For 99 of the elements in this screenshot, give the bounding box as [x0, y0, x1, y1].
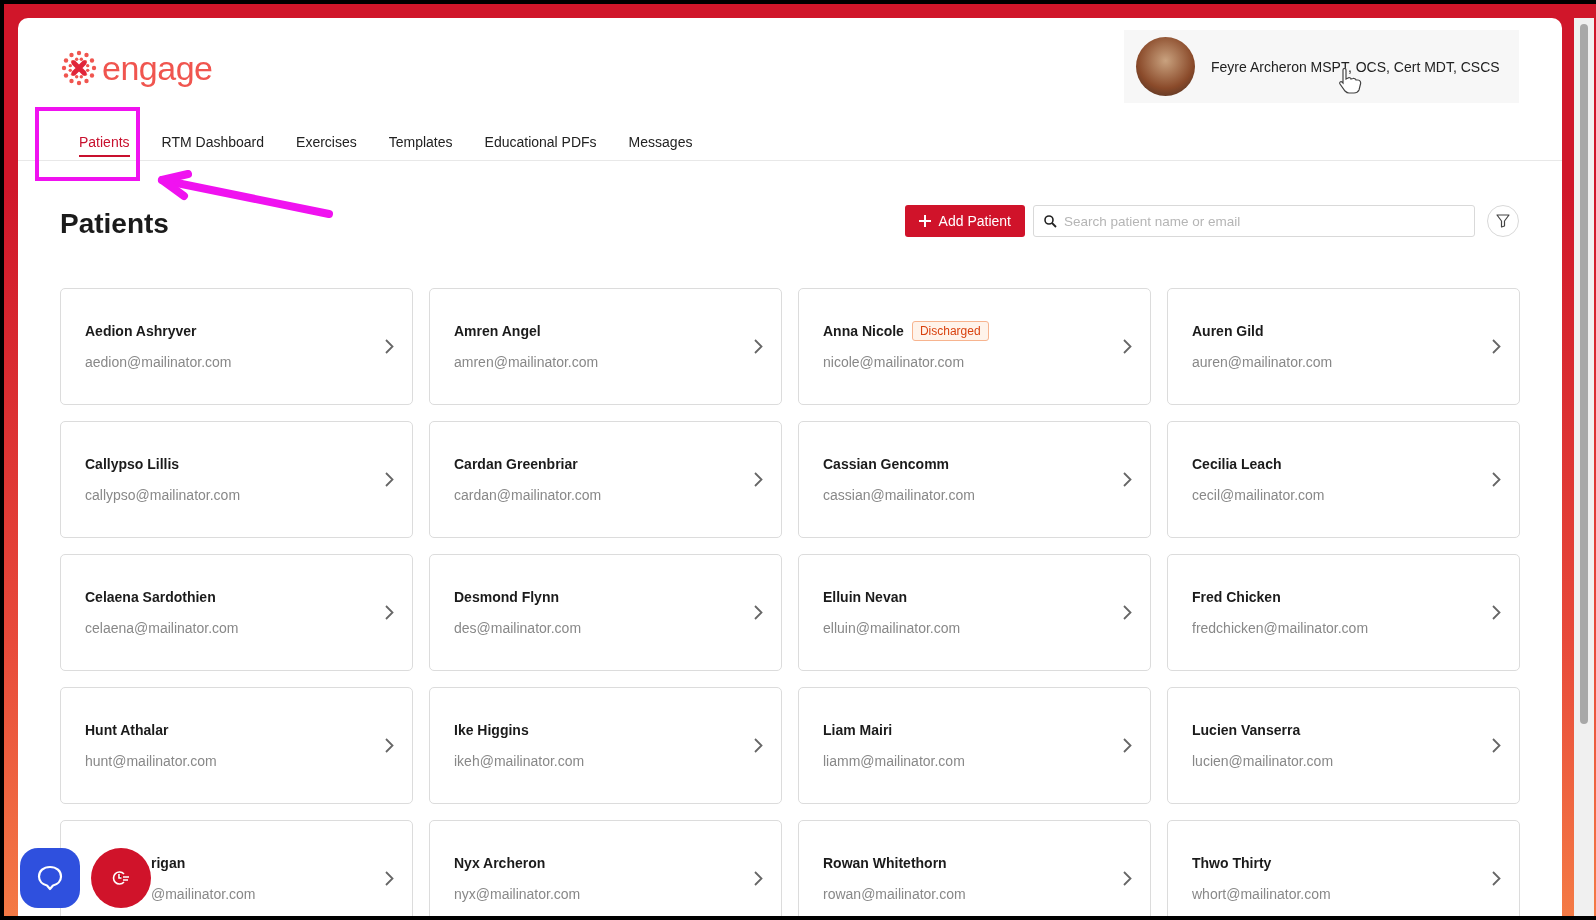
- patient-card[interactable]: Amren Angel amren@mailinator.com: [429, 288, 782, 405]
- chevron-right-icon: [1123, 605, 1132, 620]
- patient-email: elluin@mailinator.com: [823, 620, 961, 636]
- chevron-right-icon: [1492, 605, 1501, 620]
- patient-name: Rowan Whitethorn: [823, 855, 947, 871]
- patient-name: Hunt Athalar: [85, 722, 169, 738]
- chevron-right-icon: [754, 339, 763, 354]
- patient-name: Cecilia Leach: [1192, 456, 1282, 472]
- patient-name: Fred Chicken: [1192, 589, 1281, 605]
- patient-card[interactable]: Nyx Archeron nyx@mailinator.com: [429, 820, 782, 916]
- nav-tab[interactable]: Patients: [63, 104, 146, 160]
- patient-name: Amren Angel: [454, 323, 541, 339]
- chat-button[interactable]: [20, 848, 80, 908]
- patient-card[interactable]: Lucien Vanserra lucien@mailinator.com: [1167, 687, 1520, 804]
- patient-name: Thwo Thirty: [1192, 855, 1272, 871]
- chevron-right-icon: [1492, 472, 1501, 487]
- user-menu[interactable]: Feyre Archeron MSPT, OCS, Cert MDT, CSCS: [1124, 30, 1519, 103]
- patient-email: nicole@mailinator.com: [823, 354, 965, 370]
- chevron-right-icon: [1492, 871, 1501, 886]
- chevron-right-icon: [385, 472, 394, 487]
- nav-tab[interactable]: Exercises: [280, 104, 373, 160]
- chevron-right-icon: [385, 738, 394, 753]
- patient-email: auren@mailinator.com: [1192, 354, 1333, 370]
- patient-card[interactable]: Thwo Thirty whort@mailinator.com: [1167, 820, 1520, 916]
- patient-name: Callypso Lillis: [85, 456, 180, 472]
- patient-name: Celaena Sardothien: [85, 589, 216, 605]
- patient-name: Auren Gild: [1192, 323, 1264, 339]
- patient-card[interactable]: Anna Nicole Discharged nicole@mailinator.com: [798, 288, 1151, 405]
- patient-name: Desmond Flynn: [454, 589, 559, 605]
- logo-text: engage: [102, 48, 213, 88]
- patient-name: Anna Nicole: [823, 323, 904, 339]
- chevron-right-icon: [754, 605, 763, 620]
- patient-email: rowan@mailinator.com: [823, 886, 966, 902]
- patient-email: aedion@mailinator.com: [85, 354, 232, 370]
- patient-card[interactable]: Liam Mairi liamm@mailinator.com: [798, 687, 1151, 804]
- chevron-right-icon: [1123, 871, 1132, 886]
- patient-card[interactable]: Cardan Greenbriar cardan@mailinator.com: [429, 421, 782, 538]
- chevron-right-icon: [1123, 472, 1132, 487]
- patient-email: ikeh@mailinator.com: [454, 753, 585, 769]
- chat-bubble-icon: [36, 864, 64, 892]
- patient-name: Ike Higgins: [454, 722, 529, 738]
- patient-email: nyx@mailinator.com: [454, 886, 581, 902]
- patient-card[interactable]: Cecilia Leach cecil@mailinator.com: [1167, 421, 1520, 538]
- patient-name: Lucien Vanserra: [1192, 722, 1301, 738]
- patient-name: rigan: [151, 855, 186, 871]
- chevron-right-icon: [1492, 339, 1501, 354]
- nav-tab[interactable]: Educational PDFs: [468, 104, 613, 160]
- patient-card[interactable]: Callypso Lillis callypso@mailinator.com: [60, 421, 413, 538]
- patient-card[interactable]: Aedion Ashryver aedion@mailinator.com: [60, 288, 413, 405]
- patient-name: Aedion Ashryver: [85, 323, 197, 339]
- patient-card[interactable]: Elluin Nevan elluin@mailinator.com: [798, 554, 1151, 671]
- patient-name: Elluin Nevan: [823, 589, 908, 605]
- chevron-right-icon: [754, 871, 763, 886]
- patient-email: cecil@mailinator.com: [1192, 487, 1325, 503]
- patient-email: des@mailinator.com: [454, 620, 582, 636]
- patient-email: liamm@mailinator.com: [823, 753, 965, 769]
- filter-icon: [1496, 214, 1510, 228]
- add-patient-button[interactable]: Add Patient: [904, 205, 1025, 237]
- patient-card[interactable]: Desmond Flynn des@mailinator.com: [429, 554, 782, 671]
- patient-card[interactable]: Hunt Athalar hunt@mailinator.com: [60, 687, 413, 804]
- nav-tab[interactable]: RTM Dashboard: [145, 104, 281, 160]
- search-field[interactable]: Search patient name or email: [1033, 205, 1475, 237]
- patient-card[interactable]: Cassian Gencomm cassian@mailinator.com: [798, 421, 1151, 538]
- chevron-right-icon: [385, 605, 394, 620]
- patient-email: cassian@mailinator.com: [823, 487, 975, 503]
- patient-name: Cassian Gencomm: [823, 456, 950, 472]
- patient-name: Nyx Archeron: [454, 855, 546, 871]
- clock-icon: [112, 870, 130, 886]
- chevron-right-icon: [385, 339, 394, 354]
- filter-button[interactable]: [1487, 205, 1519, 237]
- patient-email: @mailinator.com: [151, 886, 256, 902]
- page-title: Patients: [60, 208, 169, 240]
- patient-email: fredchicken@mailinator.com: [1192, 620, 1369, 636]
- scrollbar-thumb[interactable]: [1580, 24, 1588, 724]
- patient-email: lucien@mailinator.com: [1192, 753, 1334, 769]
- patient-name: Liam Mairi: [823, 722, 893, 738]
- patient-name: Cardan Greenbriar: [454, 456, 578, 472]
- chevron-right-icon: [385, 871, 394, 886]
- chevron-right-icon: [1123, 738, 1132, 753]
- patient-card[interactable]: Celaena Sardothien celaena@mailinator.com: [60, 554, 413, 671]
- patient-card[interactable]: Auren Gild auren@mailinator.com: [1167, 288, 1520, 405]
- nav-tab[interactable]: Messages: [612, 104, 709, 160]
- chevron-right-icon: [1492, 738, 1501, 753]
- status-badge: Discharged: [911, 321, 989, 341]
- patient-card[interactable]: Rowan Whitethorn rowan@mailinator.com: [798, 820, 1151, 916]
- patient-email: celaena@mailinator.com: [85, 620, 239, 636]
- patient-card[interactable]: Ike Higgins ikeh@mailinator.com: [429, 687, 782, 804]
- chevron-right-icon: [754, 738, 763, 753]
- chevron-right-icon: [1123, 339, 1132, 354]
- plus-icon: [918, 215, 931, 227]
- logo-icon: [60, 49, 98, 87]
- chevron-right-icon: [754, 472, 763, 487]
- patient-email: amren@mailinator.com: [454, 354, 599, 370]
- nav-tab[interactable]: Templates: [372, 104, 469, 160]
- patient-email: cardan@mailinator.com: [454, 487, 602, 503]
- patient-email: whort@mailinator.com: [1192, 886, 1331, 902]
- patient-email: hunt@mailinator.com: [85, 753, 217, 769]
- patient-email: callypso@mailinator.com: [85, 487, 241, 503]
- patient-card[interactable]: Fred Chicken fredchicken@mailinator.com: [1167, 554, 1520, 671]
